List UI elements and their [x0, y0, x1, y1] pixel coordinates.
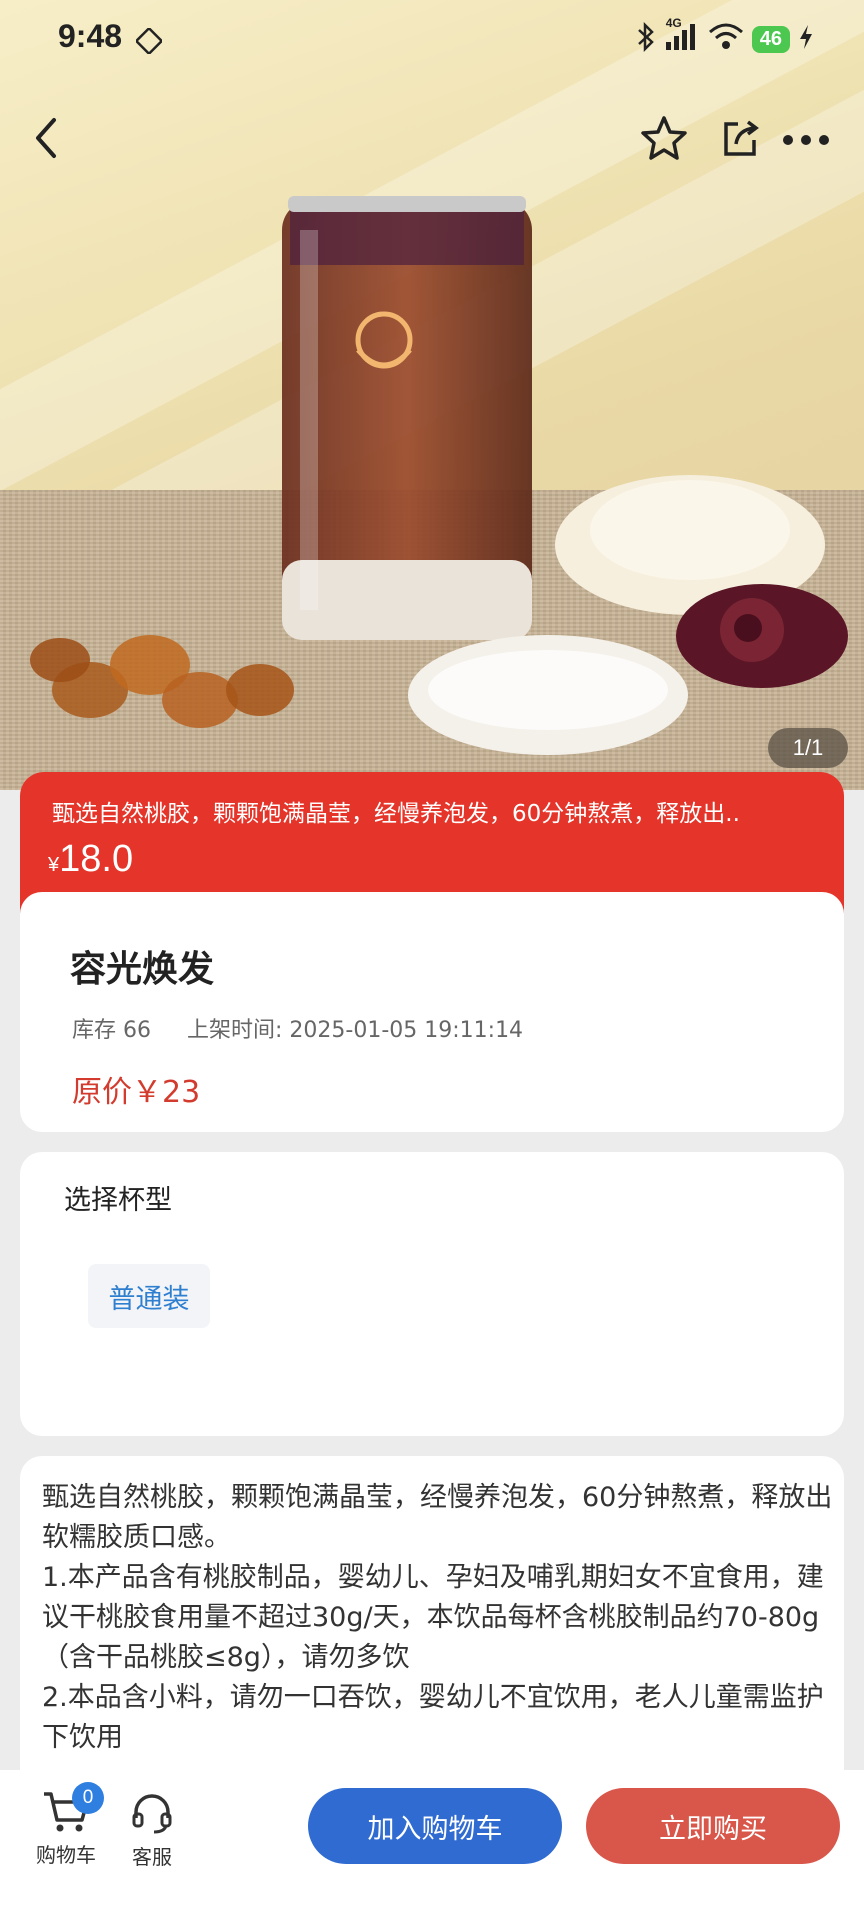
cart-label: 购物车 [36, 1843, 96, 1867]
battery-level: 46 [751, 25, 790, 53]
status-time: 9:48 [58, 18, 123, 54]
back-button[interactable] [24, 112, 68, 168]
status-bar: 9:48 4G 46 [0, 0, 864, 80]
currency-symbol: ¥ [48, 854, 60, 876]
cart-count-badge: 0 [72, 1782, 104, 1814]
spec-option-standard[interactable]: 普通装 [88, 1264, 210, 1328]
share-icon [718, 116, 762, 164]
share-button[interactable] [712, 112, 768, 168]
promo-description: 甄选自然桃胶，颗颗饱满晶莹，经慢养泡发，60分钟熬煮，释放出.. [52, 801, 740, 827]
chevron-left-icon [32, 116, 60, 164]
spec-selector-card: 选择杯型 普通装 [20, 1152, 844, 1436]
wifi-icon [708, 22, 744, 56]
product-meta: 库存 66 上架时间: 2025-01-05 19:11:14 [72, 1012, 523, 1044]
add-to-cart-button[interactable]: 加入购物车 [308, 1788, 562, 1864]
buy-now-button[interactable]: 立即购买 [586, 1788, 840, 1864]
service-label: 客服 [132, 1845, 172, 1869]
bluetooth-icon [636, 21, 656, 56]
price: ¥18.0 [48, 838, 133, 881]
original-price: 原价￥23 [72, 1075, 201, 1110]
network-type: 4G [665, 16, 682, 30]
product-name: 容光焕发 [70, 949, 215, 990]
headset-icon [130, 1792, 174, 1841]
more-button[interactable] [780, 112, 832, 168]
listed-time: 上架时间: 2025-01-05 19:11:14 [187, 1018, 524, 1043]
favorite-button[interactable] [636, 112, 692, 168]
customer-service-button[interactable]: 客服 [130, 1792, 174, 1870]
product-description: 甄选自然桃胶，颗颗饱满晶莹，经慢养泡发，60分钟熬煮，释放出软糯胶质口感。 1.… [42, 1482, 833, 1753]
more-icon [782, 131, 830, 150]
signal-icon: 4G [664, 16, 700, 56]
charging-icon [798, 24, 814, 54]
star-icon [640, 114, 688, 166]
stock-count: 库存 66 [72, 1018, 151, 1043]
notification-icon [134, 26, 164, 58]
spec-title: 选择杯型 [64, 1185, 172, 1216]
bottom-action-bar: 购物车 0 客服 加入购物车 立即购买 [0, 1770, 864, 1920]
page-indicator: 1/1 [768, 728, 848, 768]
price-value: 18.0 [59, 838, 134, 880]
product-info-card: 容光焕发 库存 66 上架时间: 2025-01-05 19:11:14 原价￥… [20, 892, 844, 1132]
